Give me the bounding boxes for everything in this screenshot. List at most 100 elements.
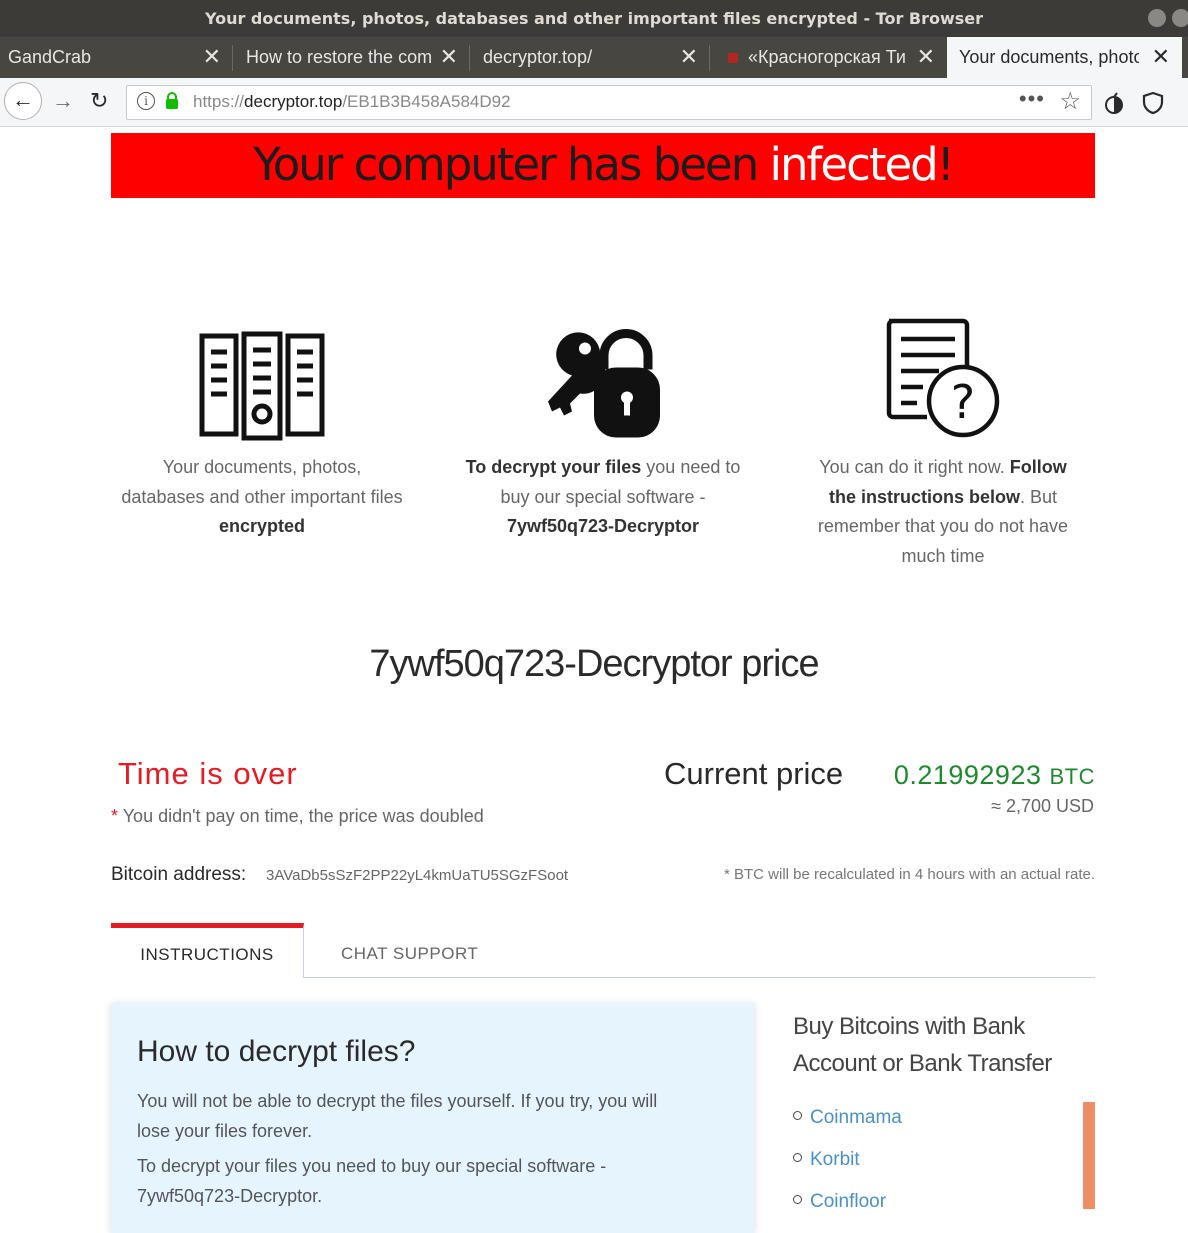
paragraph-line: To decrypt your files you need to buy ou… xyxy=(137,1156,607,1176)
forward-arrow-icon[interactable]: → xyxy=(52,88,74,114)
feature-line-bold: To decrypt your files xyxy=(465,457,642,477)
navigation-bar: ← → ↻ i https://decryptor.top/EB1B3B458A… xyxy=(0,78,1188,127)
browser-tab[interactable]: decryptor.top/ ✕ xyxy=(470,37,710,78)
reload-icon[interactable]: ↻ xyxy=(90,88,108,114)
exchange-link[interactable]: Korbit xyxy=(793,1149,860,1171)
exchange-link[interactable]: Coinmama xyxy=(793,1107,902,1129)
back-arrow-icon[interactable]: ← xyxy=(4,82,42,120)
feature-line: remember that you do not have xyxy=(817,516,1069,536)
price-heading: 7ywf50q723-Decryptor price xyxy=(369,643,819,685)
paragraph-line: lose your files forever. xyxy=(137,1120,313,1141)
url-host: decryptor.top xyxy=(244,92,343,111)
infection-banner: Your computer has been infected! xyxy=(111,133,1095,198)
feature-files-encrypted: Your documents, photos, databases and ot… xyxy=(107,310,417,536)
feature-line: You can do it right now. xyxy=(819,457,1010,477)
exchange-link-label[interactable]: Coinfloor xyxy=(810,1191,886,1212)
recalculation-note: * BTC will be recalculated in 4 hours wi… xyxy=(723,866,1095,883)
bullet-icon xyxy=(793,1153,802,1162)
window-title-bar: Your documents, photos, databases and ot… xyxy=(0,0,1188,37)
heading-line: Account or Bank Transfer xyxy=(793,1050,1052,1077)
scroll-accent-bar[interactable] xyxy=(1083,1102,1095,1209)
exchange-link-label[interactable]: Coinmama xyxy=(810,1107,902,1128)
asterisk: * xyxy=(111,806,119,826)
close-tab-icon[interactable]: ✕ xyxy=(440,44,458,70)
btc-value: 0.21992923 xyxy=(893,760,1042,790)
site-favicon-icon xyxy=(728,53,738,63)
feature-follow-instructions: ? You can do it right now. Follow the in… xyxy=(788,310,1098,566)
document-question-icon: ? xyxy=(886,318,1000,438)
current-price-label: Current price xyxy=(664,756,844,791)
browser-tab-strip: GandCrab ✕ How to restore the com ✕ decr… xyxy=(0,37,1188,78)
usd-price: ≈ 2,700 USD xyxy=(991,796,1094,816)
banner-highlight: infected xyxy=(769,138,939,191)
svg-text:?: ? xyxy=(951,375,975,429)
file-cabinet-icon xyxy=(199,331,325,441)
feature-line: much time xyxy=(901,545,985,566)
instructions-panel: How to decrypt files? You will not be ab… xyxy=(111,1003,754,1233)
close-tab-icon[interactable]: ✕ xyxy=(203,44,221,70)
close-tab-icon[interactable]: ✕ xyxy=(917,44,935,70)
browser-tab[interactable]: How to restore the com ✕ xyxy=(233,37,470,78)
tab-chat-support[interactable]: CHAT SUPPORT xyxy=(341,944,478,964)
timer-status: Time is over xyxy=(118,756,298,791)
url-scheme: https:// xyxy=(193,92,245,111)
tab-label: Your documents, photos xyxy=(959,47,1139,67)
secure-lock-icon[interactable] xyxy=(165,92,179,109)
instructions-paragraph: You will not be able to decrypt the file… xyxy=(137,1087,727,1146)
address-bar[interactable]: i https://decryptor.top/EB1B3B458A584D92… xyxy=(126,85,1092,120)
feature-line: databases and other important files xyxy=(121,486,403,507)
banner-exclamation: ! xyxy=(936,138,955,191)
tab-label: «Красногорская Ти xyxy=(748,47,906,67)
feature-line-bold: encrypted xyxy=(218,516,306,536)
key-padlock-icon xyxy=(548,329,660,438)
browser-tab[interactable]: «Красногорская Ти ✕ xyxy=(710,37,947,78)
tab-label: How to restore the com xyxy=(246,47,431,67)
bitcoin-address-label: Bitcoin address: xyxy=(111,864,247,885)
paragraph-line: 7ywf50q723-Decryptor. xyxy=(137,1185,323,1206)
maximize-button[interactable] xyxy=(1172,9,1188,27)
tor-onion-icon[interactable] xyxy=(1102,91,1126,115)
buy-bitcoins-heading: Buy Bitcoins with Bank Account or Bank T… xyxy=(793,1008,1093,1082)
url-text: https://decryptor.top/EB1B3B458A584D92 xyxy=(193,92,511,112)
page-actions-icon[interactable]: ••• xyxy=(1019,86,1045,112)
security-shield-icon[interactable] xyxy=(1142,91,1164,115)
tabs-divider xyxy=(303,977,1095,978)
minimize-button[interactable] xyxy=(1148,9,1166,27)
exchange-link[interactable]: Coinfloor xyxy=(793,1191,886,1213)
late-note-text: You didn't pay on time, the price was do… xyxy=(122,806,484,826)
feature-line: . But xyxy=(1019,486,1058,507)
tab-label: GandCrab xyxy=(8,47,92,67)
paragraph-line: You will not be able to decrypt the file… xyxy=(137,1091,658,1111)
bookmark-star-icon[interactable]: ☆ xyxy=(1059,87,1081,116)
feature-text: You can do it right now. Follow the inst… xyxy=(788,453,1098,571)
browser-tab-active[interactable]: Your documents, photos ✕ xyxy=(947,37,1182,78)
instructions-title: How to decrypt files? xyxy=(137,1035,416,1068)
feature-decrypt-software: To decrypt your files you need to buy ou… xyxy=(448,310,758,536)
window-title: Your documents, photos, databases and ot… xyxy=(204,9,984,28)
close-tab-icon[interactable]: ✕ xyxy=(1152,44,1170,70)
url-path: /EB1B3B458A584D92 xyxy=(342,92,511,111)
bullet-icon xyxy=(793,1111,802,1120)
feature-line: Your documents, photos, xyxy=(162,457,362,477)
banner-text: Your computer has been xyxy=(253,138,770,191)
feature-line: you need to xyxy=(641,457,741,477)
feature-line-bold: Follow xyxy=(1009,457,1067,477)
site-info-icon[interactable]: i xyxy=(137,92,155,110)
tab-label: decryptor.top/ xyxy=(483,47,593,67)
bitcoin-address[interactable]: 3AVaDb5sSzF2PP22yL4kmUaTU5SGzFSoot xyxy=(266,867,568,884)
feature-line-bold: the instructions below xyxy=(828,486,1020,507)
btc-price: 0.21992923 BTC xyxy=(894,760,1095,791)
feature-text: To decrypt your files you need to buy ou… xyxy=(448,453,758,542)
btc-unit: BTC xyxy=(1049,764,1095,789)
bullet-icon xyxy=(793,1195,802,1204)
heading-line: Buy Bitcoins with Bank xyxy=(793,1013,1025,1040)
feature-text: Your documents, photos, databases and ot… xyxy=(107,453,417,542)
close-tab-icon[interactable]: ✕ xyxy=(680,44,698,70)
browser-tab[interactable]: GandCrab ✕ xyxy=(0,37,233,78)
late-payment-note: * You didn't pay on time, the price was … xyxy=(111,806,484,827)
feature-line-bold: 7ywf50q723-Decryptor xyxy=(506,516,700,536)
exchange-link-label[interactable]: Korbit xyxy=(810,1149,860,1170)
instructions-paragraph: To decrypt your files you need to buy ou… xyxy=(137,1152,727,1211)
tab-instructions[interactable]: INSTRUCTIONS xyxy=(111,923,304,978)
feature-line: buy our special software - xyxy=(500,486,706,507)
